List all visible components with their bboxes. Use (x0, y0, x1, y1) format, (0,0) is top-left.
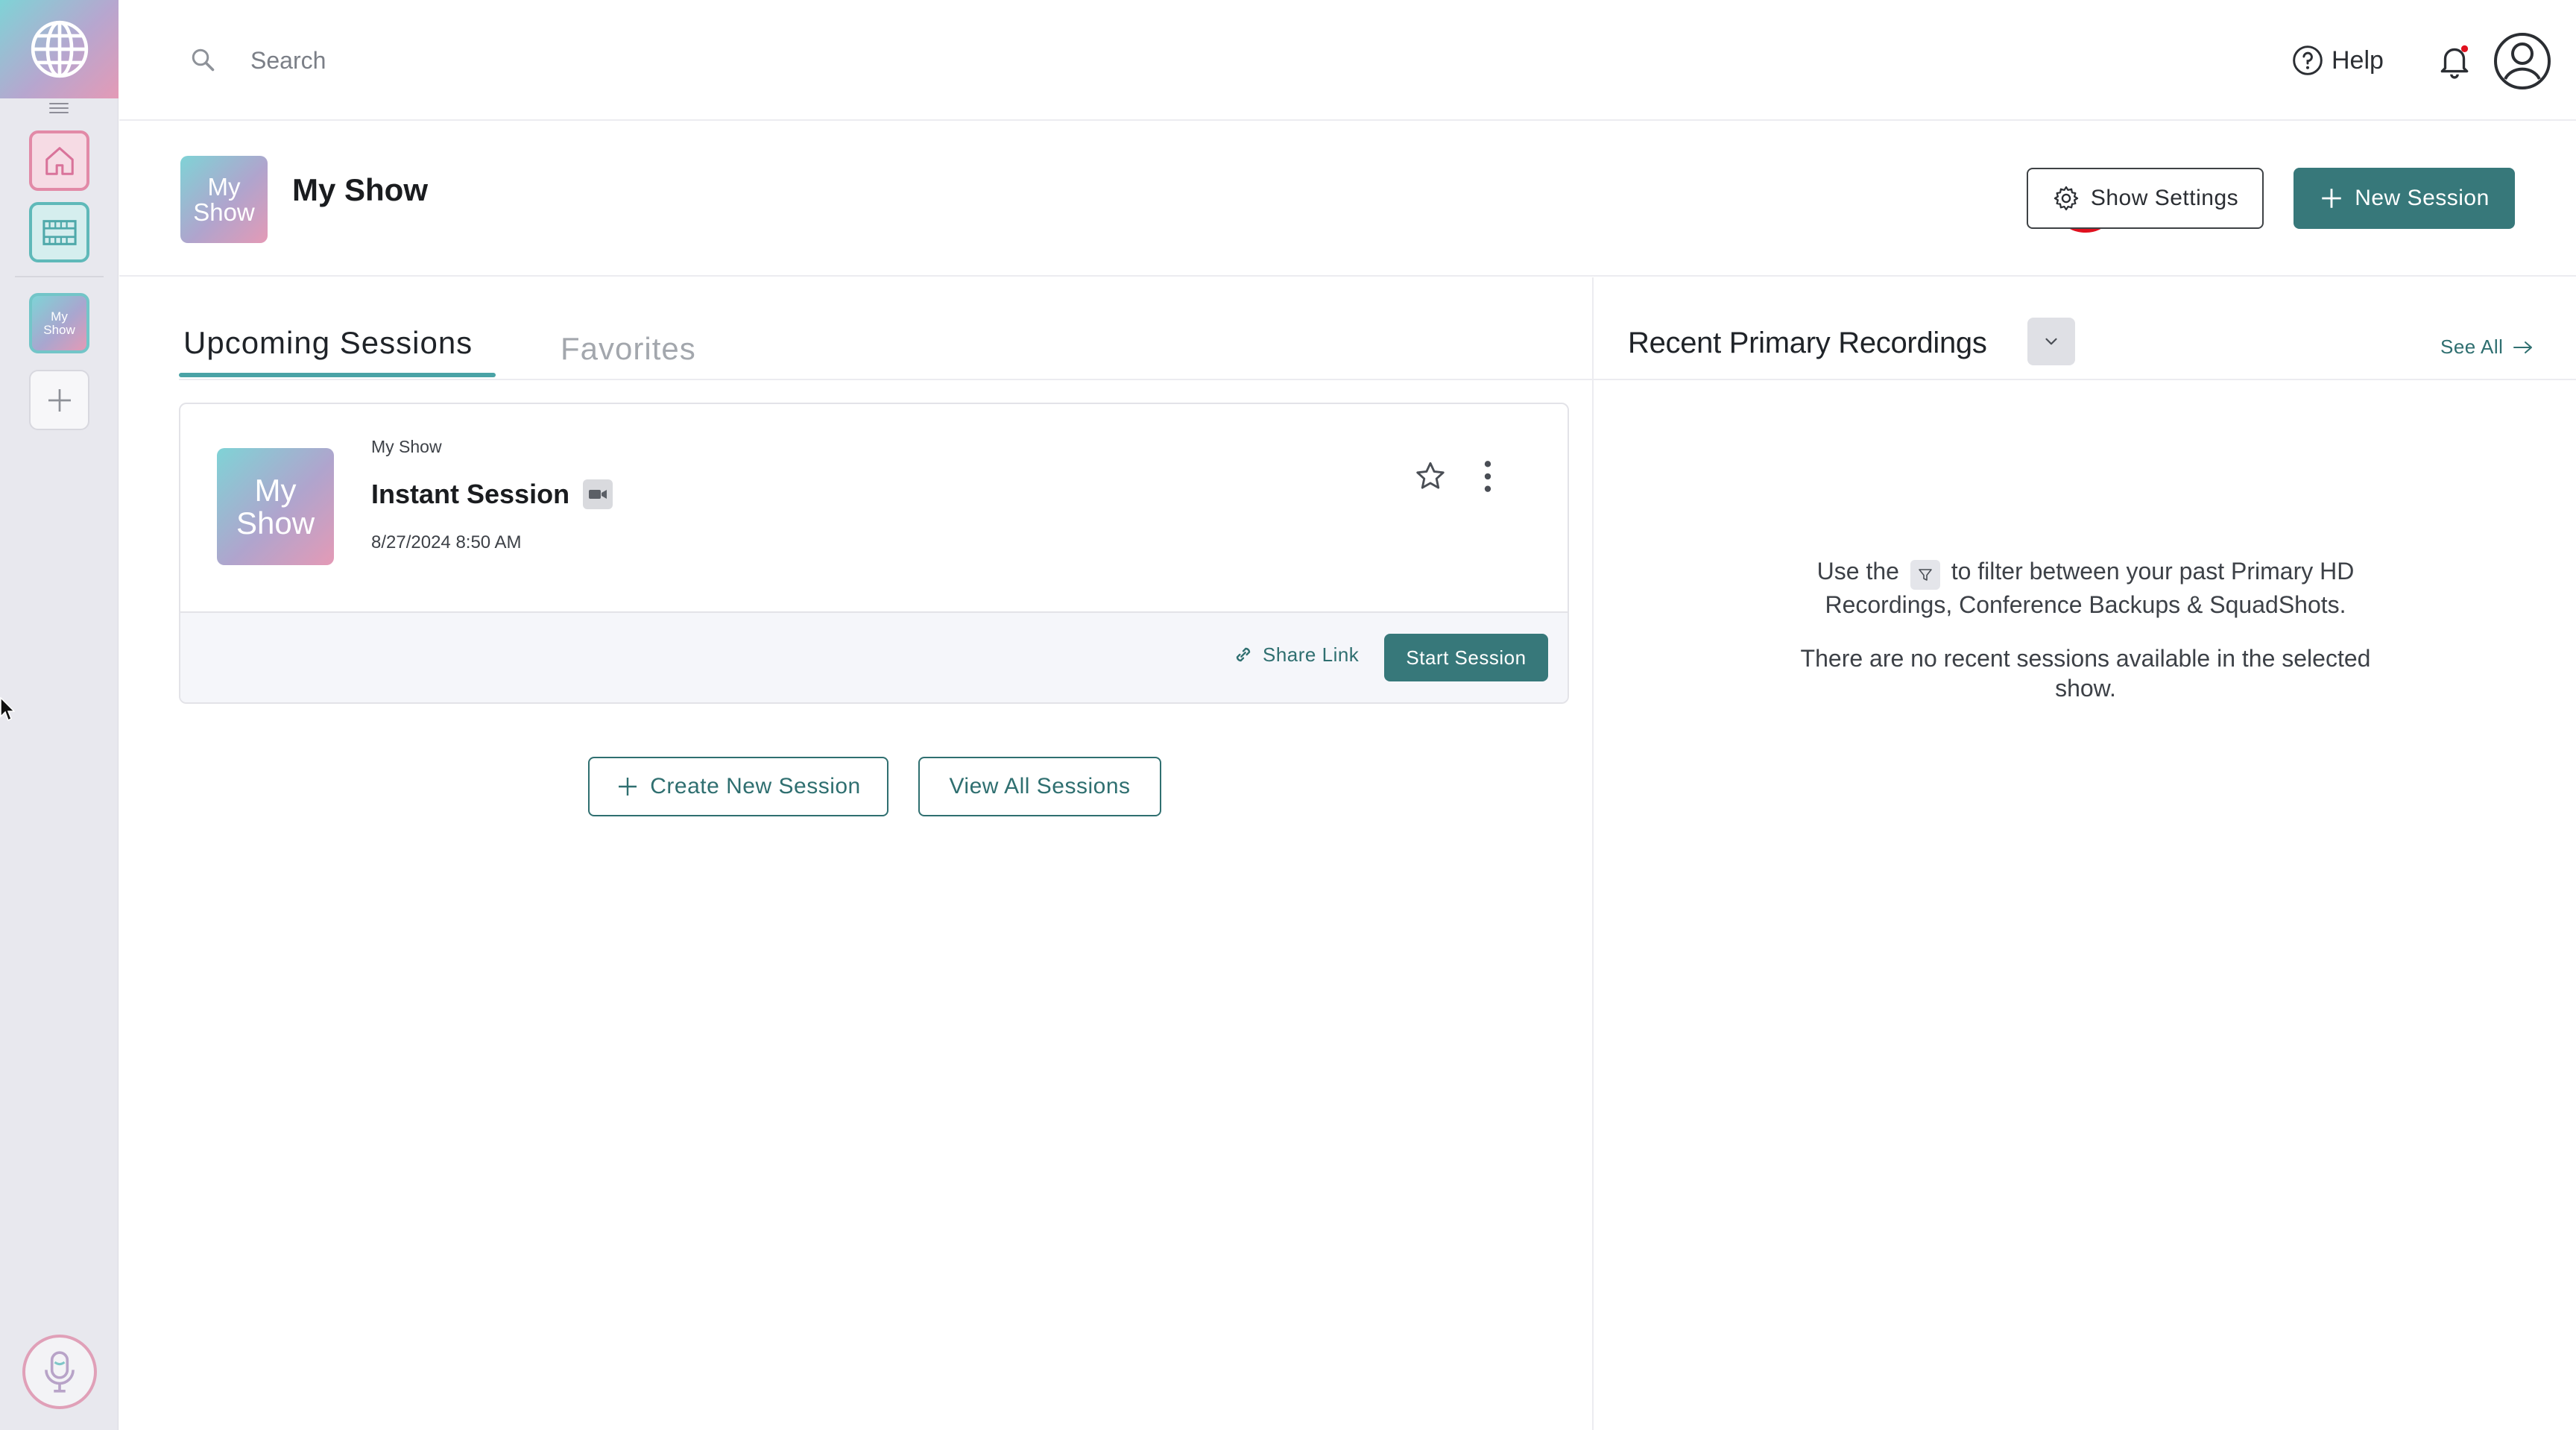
sidebar-show-abbrev: My (51, 309, 68, 324)
video-camera-icon (583, 479, 613, 509)
globe-icon (31, 20, 88, 78)
show-settings-button[interactable]: Show Settings (2027, 168, 2264, 229)
app-root: My Show Search Help My Show My Show Show… (0, 0, 2576, 1430)
new-session-label: New Session (2355, 186, 2490, 210)
more-options-icon[interactable] (1480, 458, 1495, 495)
tabs-divider (179, 379, 1592, 380)
plus-icon (619, 778, 637, 796)
sidebar-item-home[interactable] (29, 130, 89, 191)
mouse-cursor-icon (0, 697, 15, 722)
user-avatar-icon[interactable] (2493, 31, 2552, 91)
create-new-session-label: Create New Session (650, 774, 861, 799)
session-title: Instant Session (371, 479, 570, 509)
help-label: Help (2332, 45, 2384, 75)
recordings-divider (1594, 379, 2576, 380)
app-logo[interactable] (0, 0, 119, 98)
arrow-right-icon (2513, 341, 2533, 353)
filter-hint-after: to filter between your past Primary HD R… (1825, 558, 2355, 618)
film-strip-icon (42, 219, 77, 245)
create-new-session-button[interactable]: Create New Session (588, 757, 888, 816)
session-title-row: Instant Session (371, 479, 613, 510)
sidebar-collapse-icon[interactable] (49, 103, 69, 113)
help-button[interactable]: Help (2291, 39, 2384, 82)
filter-hint: Use the to filter between your past Prim… (1772, 556, 2399, 620)
plus-icon (48, 388, 71, 412)
session-card-footer: Share Link Start Session (180, 611, 1568, 702)
sidebar-add-show-button[interactable] (29, 370, 89, 430)
session-thumb-text: Show (236, 505, 315, 541)
sessions-panel: Upcoming Sessions Favorites My Show My S… (119, 277, 1592, 1430)
help-circle-icon (2293, 45, 2323, 75)
home-icon (45, 146, 74, 175)
show-settings-label: Show Settings (2090, 186, 2239, 210)
share-link-label: Share Link (1263, 643, 1360, 666)
filter-icon (1910, 560, 1940, 590)
sidebar-item-media[interactable] (29, 202, 89, 262)
sidebar-divider (15, 276, 104, 277)
new-session-button[interactable]: New Session (2294, 168, 2515, 229)
recordings-panel: Recent Primary Recordings See All Use th… (1594, 277, 2576, 1430)
empty-message: There are no recent sessions available i… (1800, 645, 2371, 702)
podcast-mic-icon[interactable] (22, 1335, 97, 1409)
bell-icon[interactable] (2436, 42, 2473, 79)
session-thumb-text: My (254, 472, 297, 508)
session-date: 8/27/2024 8:50 AM (371, 532, 522, 552)
chevron-down-icon (2045, 338, 2057, 345)
see-all-label: See All (2440, 336, 2504, 358)
tab-favorites[interactable]: Favorites (561, 331, 696, 385)
gear-icon (2053, 186, 2079, 211)
recordings-empty-state: Use the to filter between your past Prim… (1772, 556, 2399, 703)
recordings-title: Recent Primary Recordings (1628, 327, 1987, 359)
session-card-body[interactable]: My Show My Show Instant Session 8/27/202… (180, 404, 1568, 611)
session-card: My Show My Show Instant Session 8/27/202… (179, 403, 1569, 704)
search-icon (192, 48, 215, 72)
page-title: My Show (292, 172, 429, 207)
show-thumb-text: Show (193, 198, 255, 226)
filter-hint-before: Use the (1816, 558, 1899, 585)
see-all-link[interactable]: See All (2440, 336, 2534, 359)
session-show-name: My Show (371, 437, 442, 456)
session-thumbnail: My Show (217, 448, 334, 565)
tab-upcoming-sessions[interactable]: Upcoming Sessions (183, 325, 473, 379)
top-bar: Help (119, 0, 2576, 121)
show-header: My Show My Show 1 Show Settings New Sess… (119, 122, 2576, 277)
recordings-filter-dropdown[interactable] (2027, 318, 2075, 365)
sidebar-item-my-show[interactable]: My Show (29, 293, 89, 353)
active-tab-indicator (179, 373, 496, 377)
share-link-button[interactable]: Share Link (1231, 643, 1359, 667)
plus-icon (2322, 189, 2341, 208)
start-session-button[interactable]: Start Session (1384, 634, 1548, 681)
view-all-sessions-button[interactable]: View All Sessions (918, 757, 1161, 816)
sidebar-show-abbrev: Show (43, 322, 75, 337)
show-thumb-text: My (207, 172, 241, 201)
link-icon (1236, 647, 1251, 662)
search-input[interactable] (250, 39, 921, 82)
star-icon[interactable] (1413, 459, 1448, 494)
show-thumbnail: My Show (180, 156, 268, 243)
sidebar: My Show (0, 0, 119, 1430)
